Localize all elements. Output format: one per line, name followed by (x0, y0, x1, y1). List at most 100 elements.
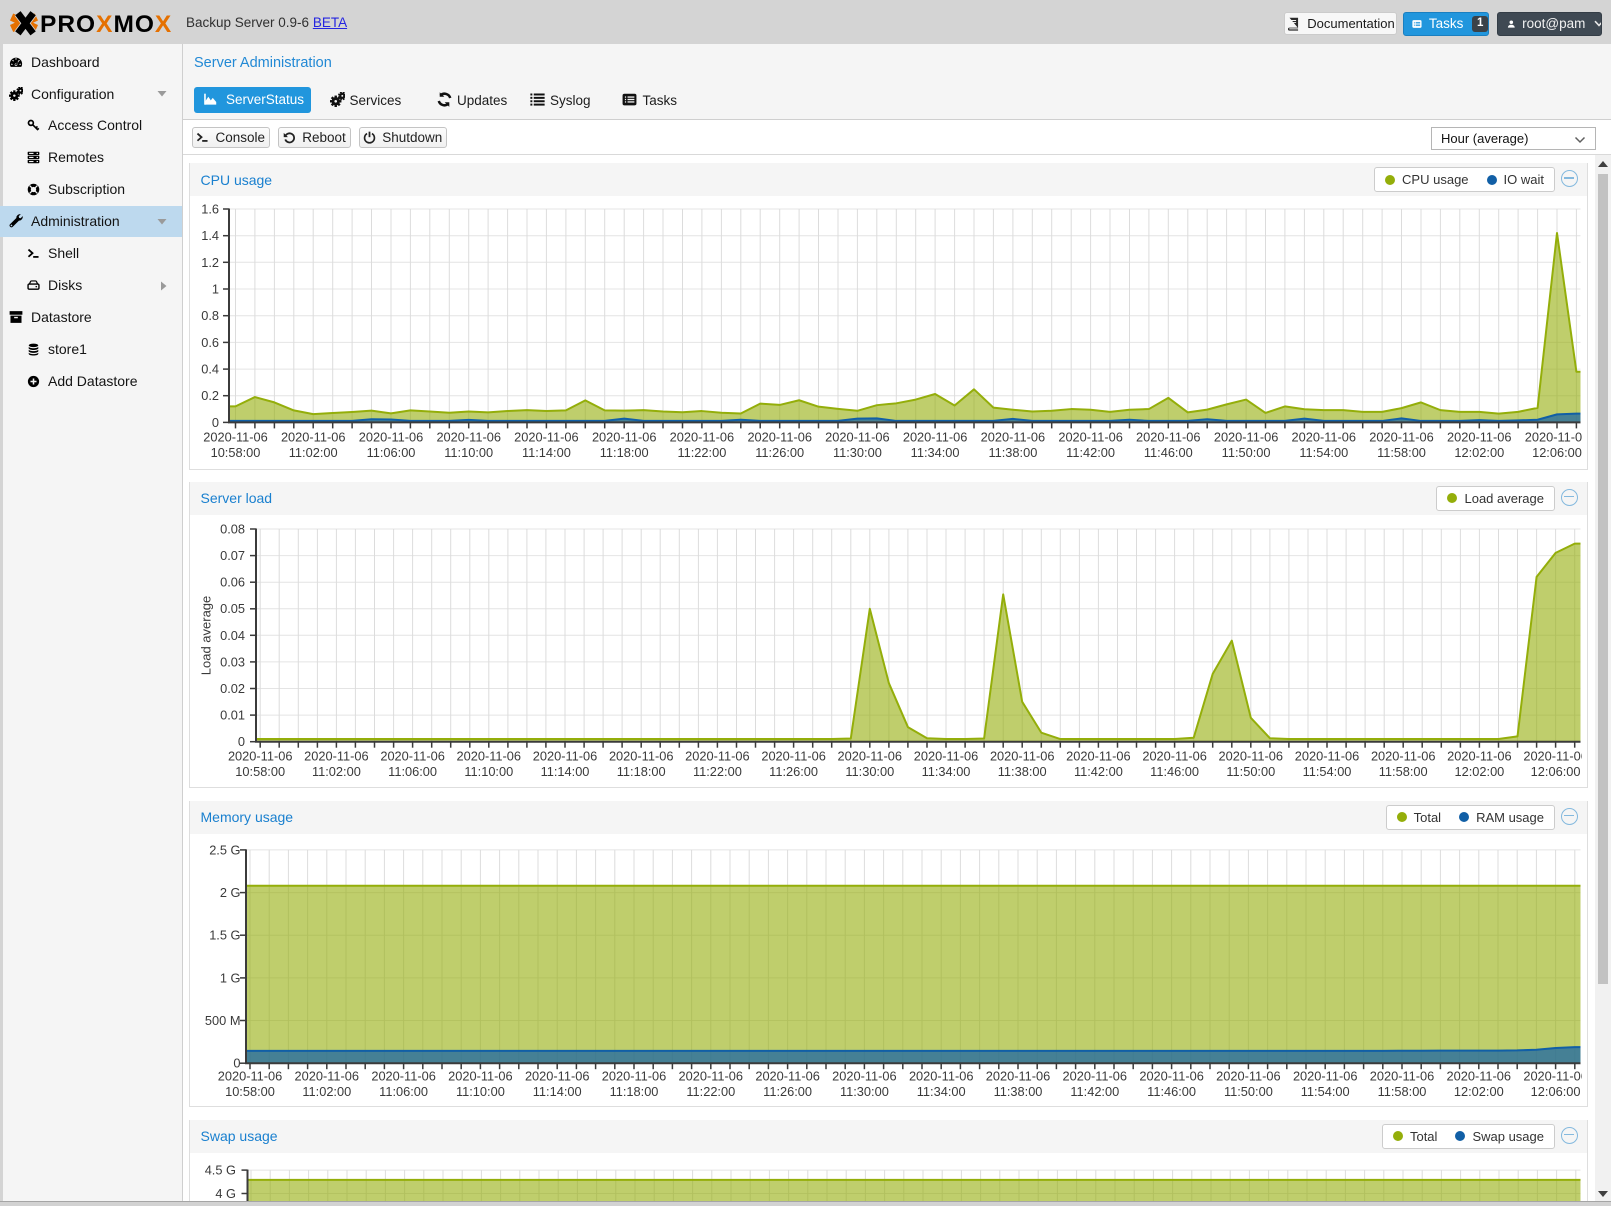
svg-text:2020-11-06: 2020-11-06 (1446, 1068, 1511, 1083)
svg-text:2020-11-06: 2020-11-06 (669, 430, 734, 445)
svg-text:1 G: 1 G (219, 970, 240, 985)
svg-text:11:02:00: 11:02:00 (311, 764, 360, 779)
svg-text:2020-11-06: 2020-11-06 (1218, 748, 1283, 763)
svg-text:2 G: 2 G (219, 885, 240, 900)
svg-text:11:14:00: 11:14:00 (532, 1084, 581, 1099)
svg-text:11:26:00: 11:26:00 (769, 764, 818, 779)
svg-text:11:22:00: 11:22:00 (692, 764, 741, 779)
svg-text:11:06:00: 11:06:00 (379, 1084, 428, 1099)
svg-text:11:18:00: 11:18:00 (609, 1084, 658, 1099)
svg-text:2020-11-06: 2020-11-06 (591, 430, 656, 445)
svg-text:0.03: 0.03 (220, 654, 245, 669)
svg-text:Load average: Load average (198, 595, 213, 675)
svg-text:0.02: 0.02 (220, 681, 245, 696)
svg-text:0: 0 (237, 734, 244, 749)
svg-text:2020-11-06: 2020-11-06 (532, 748, 597, 763)
svg-text:2020-11-06: 2020-11-06 (902, 430, 967, 445)
svg-text:2020-11-06: 2020-11-06 (1523, 748, 1587, 763)
svg-text:2020-11-06: 2020-11-06 (1066, 748, 1131, 763)
svg-text:11:38:00: 11:38:00 (988, 445, 1037, 460)
svg-text:2020-11-06: 2020-11-06 (1292, 1068, 1357, 1083)
svg-text:2020-11-06: 2020-11-06 (1062, 1068, 1127, 1083)
svg-text:12:02:00: 12:02:00 (1454, 445, 1504, 460)
svg-text:2020-11-06: 2020-11-06 (1142, 748, 1207, 763)
svg-text:11:38:00: 11:38:00 (993, 1084, 1042, 1099)
svg-text:2020-11-06: 2020-11-06 (280, 430, 345, 445)
svg-text:2020-11-06: 2020-11-06 (1136, 430, 1201, 445)
svg-text:0.8: 0.8 (201, 308, 219, 323)
svg-text:12:06:00: 12:06:00 (1530, 1084, 1580, 1099)
svg-text:11:50:00: 11:50:00 (1223, 1084, 1272, 1099)
svg-text:2020-11-06: 2020-11-06 (1213, 430, 1278, 445)
svg-text:2020-11-06: 2020-11-06 (1369, 1068, 1434, 1083)
svg-text:12:06:00: 12:06:00 (1532, 445, 1582, 460)
svg-text:11:10:00: 11:10:00 (464, 764, 513, 779)
svg-text:10:58:00: 10:58:00 (235, 764, 285, 779)
svg-text:11:34:00: 11:34:00 (916, 1084, 965, 1099)
svg-text:11:50:00: 11:50:00 (1221, 445, 1270, 460)
svg-text:11:38:00: 11:38:00 (997, 764, 1046, 779)
svg-text:2020-11-06: 2020-11-06 (1139, 1068, 1204, 1083)
svg-text:11:02:00: 11:02:00 (288, 445, 337, 460)
svg-text:2020-11-06: 2020-11-06 (1524, 430, 1586, 445)
svg-text:2020-11-06: 2020-11-06 (217, 1068, 282, 1083)
svg-text:11:46:00: 11:46:00 (1147, 1084, 1196, 1099)
svg-text:2020-11-06: 2020-11-06 (747, 430, 812, 445)
svg-text:11:54:00: 11:54:00 (1300, 1084, 1349, 1099)
svg-text:10:58:00: 10:58:00 (225, 1084, 275, 1099)
svg-text:11:54:00: 11:54:00 (1299, 445, 1348, 460)
svg-text:0.2: 0.2 (201, 388, 219, 403)
svg-text:2020-11-06: 2020-11-06 (294, 1068, 359, 1083)
svg-text:2020-11-06: 2020-11-06 (1370, 748, 1435, 763)
svg-text:11:30:00: 11:30:00 (845, 764, 894, 779)
svg-text:11:54:00: 11:54:00 (1302, 764, 1351, 779)
svg-text:2020-11-06: 2020-11-06 (448, 1068, 513, 1083)
svg-text:0: 0 (211, 415, 218, 430)
svg-text:11:10:00: 11:10:00 (455, 1084, 504, 1099)
svg-text:11:30:00: 11:30:00 (832, 445, 881, 460)
svg-text:11:26:00: 11:26:00 (755, 445, 804, 460)
svg-text:0.6: 0.6 (201, 335, 219, 350)
svg-text:2020-11-06: 2020-11-06 (678, 1068, 743, 1083)
svg-text:2020-11-06: 2020-11-06 (685, 748, 750, 763)
svg-text:2020-11-06: 2020-11-06 (1447, 748, 1512, 763)
svg-text:10:58:00: 10:58:00 (210, 445, 260, 460)
svg-text:11:58:00: 11:58:00 (1377, 1084, 1426, 1099)
svg-text:2020-11-06: 2020-11-06 (304, 748, 369, 763)
svg-text:11:30:00: 11:30:00 (839, 1084, 888, 1099)
svg-text:2020-11-06: 2020-11-06 (371, 1068, 436, 1083)
svg-text:0.05: 0.05 (220, 601, 245, 616)
svg-text:4.5 G: 4.5 G (204, 1162, 235, 1177)
svg-text:11:10:00: 11:10:00 (444, 445, 493, 460)
svg-text:1.4: 1.4 (201, 228, 219, 243)
svg-text:2020-11-06: 2020-11-06 (837, 748, 902, 763)
svg-text:2020-11-06: 2020-11-06 (761, 748, 826, 763)
svg-text:500 M: 500 M (204, 1013, 240, 1028)
svg-text:2020-11-06: 2020-11-06 (436, 430, 501, 445)
svg-text:2020-11-06: 2020-11-06 (1447, 430, 1512, 445)
svg-text:2020-11-06: 2020-11-06 (755, 1068, 820, 1083)
svg-text:2020-11-06: 2020-11-06 (608, 748, 673, 763)
svg-text:4 G: 4 G (215, 1186, 236, 1201)
svg-text:0.01: 0.01 (220, 707, 245, 722)
svg-text:2020-11-06: 2020-11-06 (524, 1068, 589, 1083)
svg-text:0.04: 0.04 (220, 627, 245, 642)
svg-text:1.5 G: 1.5 G (209, 927, 240, 942)
svg-text:11:58:00: 11:58:00 (1378, 764, 1427, 779)
svg-text:11:22:00: 11:22:00 (686, 1084, 735, 1099)
svg-text:2020-11-06: 2020-11-06 (227, 748, 292, 763)
svg-text:2020-11-06: 2020-11-06 (825, 430, 890, 445)
svg-text:2020-11-06: 2020-11-06 (1523, 1068, 1587, 1083)
svg-text:11:14:00: 11:14:00 (521, 445, 570, 460)
svg-text:11:26:00: 11:26:00 (763, 1084, 812, 1099)
svg-text:2020-11-06: 2020-11-06 (985, 1068, 1050, 1083)
svg-text:11:06:00: 11:06:00 (388, 764, 437, 779)
svg-text:2020-11-06: 2020-11-06 (908, 1068, 973, 1083)
svg-text:2020-11-06: 2020-11-06 (980, 430, 1045, 445)
svg-text:11:42:00: 11:42:00 (1073, 764, 1122, 779)
svg-text:11:50:00: 11:50:00 (1226, 764, 1275, 779)
svg-text:11:34:00: 11:34:00 (921, 764, 970, 779)
svg-text:11:22:00: 11:22:00 (677, 445, 726, 460)
svg-text:11:18:00: 11:18:00 (599, 445, 648, 460)
svg-text:12:06:00: 12:06:00 (1530, 764, 1580, 779)
